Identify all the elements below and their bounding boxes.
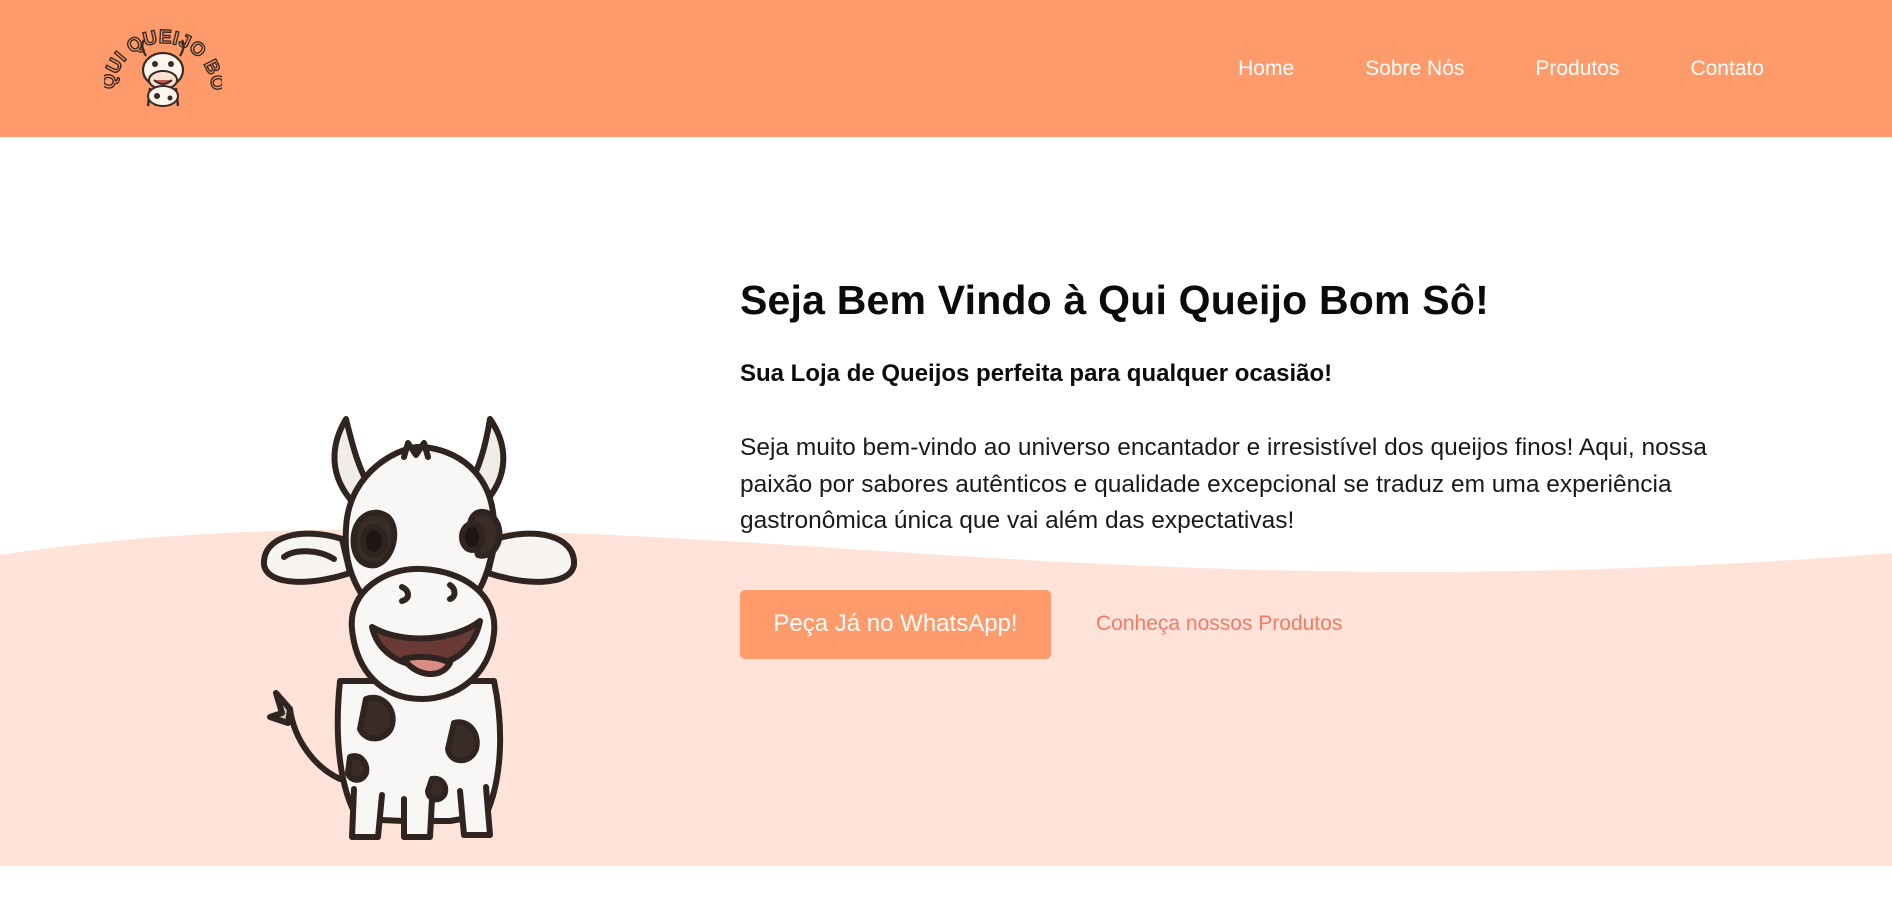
hero-section: Seja Bem Vindo à Qui Queijo Bom Sô! Sua … — [0, 137, 1892, 866]
hero-content: Seja Bem Vindo à Qui Queijo Bom Sô! Sua … — [740, 277, 1750, 659]
whatsapp-order-button[interactable]: Peça Já no WhatsApp! — [740, 589, 1051, 659]
cow-illustration — [261, 416, 577, 840]
hero-actions: Peça Já no WhatsApp! Conheça nossos Prod… — [740, 589, 1750, 659]
hero-title: Seja Bem Vindo à Qui Queijo Bom Sô! — [740, 277, 1489, 323]
products-link[interactable]: Conheça nossos Produtos — [1096, 612, 1342, 636]
nav-products-link[interactable]: Produtos — [1535, 57, 1619, 81]
nav-contact-link[interactable]: Contato — [1690, 57, 1764, 81]
main-nav: Home Sobre Nós Produtos Contato — [1238, 0, 1764, 137]
logo[interactable]: QUI QUEIJO BOM SÔ — [104, 14, 222, 118]
nav-home-link[interactable]: Home — [1238, 57, 1294, 81]
nav-about-link[interactable]: Sobre Nós — [1365, 57, 1464, 81]
hero-description: Seja muito bem-vindo ao universo encanta… — [740, 434, 1707, 534]
site-header: QUI QUEIJO BOM SÔ Home Sobre Nós Produto… — [0, 0, 1892, 137]
hero-subtitle: Sua Loja de Queijos perfeita para qualqu… — [740, 360, 1333, 387]
